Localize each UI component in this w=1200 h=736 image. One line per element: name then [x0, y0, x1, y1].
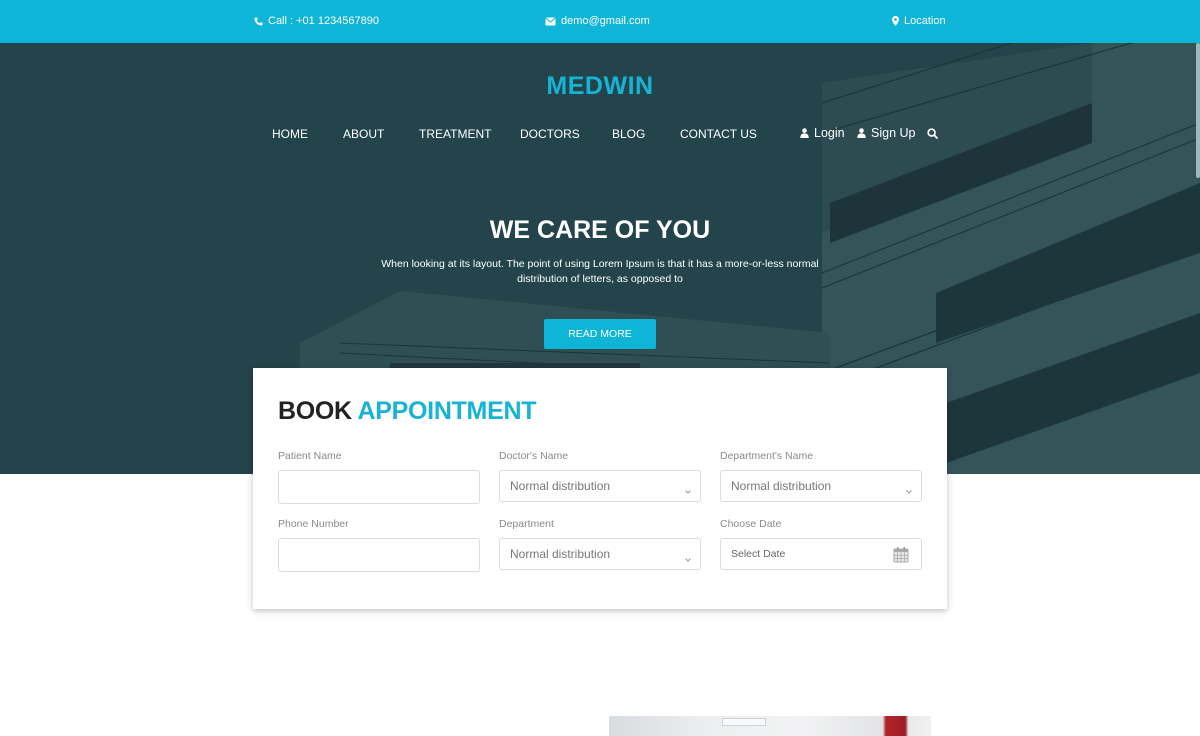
hospital-interior-image: [609, 716, 931, 736]
email-text: demo@gmail.com: [561, 15, 650, 27]
nav-home[interactable]: HOME: [272, 127, 308, 141]
nav-contact-us[interactable]: CONTACT US: [680, 127, 757, 141]
title-accent: APPOINTMENT: [357, 397, 537, 425]
call-text: Call : +01 1234567890: [268, 15, 380, 27]
doctor-name-label: Doctor's Name: [499, 450, 569, 462]
patient-name-label: Patient Name: [278, 450, 342, 462]
phone-number-field: Phone Number: [278, 518, 480, 572]
appointment-title: BOOK APPOINTMENT: [278, 397, 536, 426]
signup-link[interactable]: Sign Up: [857, 126, 915, 140]
phone-icon: [254, 16, 263, 26]
date-placeholder: Select Date: [731, 548, 786, 560]
read-more-button[interactable]: READ MORE: [544, 319, 656, 349]
patient-name-field: Patient Name: [278, 450, 480, 504]
book-appointment-card: BOOK APPOINTMENT Patient Name Doctor's N…: [253, 368, 947, 609]
doctor-name-value: Normal distribution: [510, 479, 611, 493]
date-picker-input[interactable]: Select Date: [720, 538, 922, 570]
location-info[interactable]: Location: [892, 15, 946, 27]
doctor-name-select[interactable]: Normal distribution: [499, 470, 701, 502]
hero-description: When looking at its layout. The point of…: [381, 258, 819, 285]
title-dark: BOOK: [278, 397, 352, 425]
department-name-value: Normal distribution: [731, 479, 832, 493]
nav-blog[interactable]: BLOG: [612, 127, 645, 141]
map-marker-icon: [892, 16, 899, 26]
phone-number-input[interactable]: [278, 538, 480, 572]
phone-number-label: Phone Number: [278, 518, 349, 530]
department-select[interactable]: Normal distribution: [499, 538, 701, 570]
signup-label: Sign Up: [871, 126, 916, 140]
location-text: Location: [904, 15, 946, 27]
envelope-icon: [545, 17, 556, 26]
doctor-name-field: Doctor's Name Normal distribution: [499, 450, 701, 502]
chevron-down-icon: [906, 483, 912, 497]
choose-date-label: Choose Date: [720, 518, 782, 530]
email-info[interactable]: demo@gmail.com: [545, 15, 650, 27]
ceiling-light: [722, 718, 766, 726]
calendar-icon[interactable]: [893, 546, 909, 566]
department-name-field: Department's Name Normal distribution: [720, 450, 922, 502]
department-name-label: Department's Name: [720, 450, 814, 462]
site-logo[interactable]: MEDWIN: [0, 72, 1200, 101]
top-contact-bar: Call : +01 1234567890 demo@gmail.com Loc…: [0, 0, 1200, 43]
page-scrollbar[interactable]: [1196, 43, 1200, 178]
main-nav: HOME ABOUT TREATMENT DOCTORS BLOG CONTAC…: [0, 126, 1200, 143]
chevron-down-icon: [685, 551, 691, 565]
nav-about[interactable]: ABOUT: [343, 127, 384, 141]
search-button[interactable]: [927, 128, 938, 139]
login-link[interactable]: Login: [800, 126, 845, 140]
department-name-select[interactable]: Normal distribution: [720, 470, 922, 502]
department-label: Department: [499, 518, 554, 530]
login-label: Login: [814, 126, 845, 140]
hero-title: WE CARE OF YOU: [489, 216, 711, 244]
chevron-down-icon: [685, 483, 691, 497]
call-info[interactable]: Call : +01 1234567890: [254, 15, 379, 27]
patient-name-input[interactable]: [278, 470, 480, 504]
nav-treatment[interactable]: TREATMENT: [419, 127, 491, 141]
department-field: Department Normal distribution: [499, 518, 701, 570]
nav-doctors[interactable]: DOCTORS: [520, 127, 580, 141]
user-icon: [800, 128, 809, 138]
search-icon: [927, 128, 938, 139]
choose-date-field: Choose Date Select Date: [720, 518, 922, 570]
department-value: Normal distribution: [510, 547, 611, 561]
user-icon: [857, 128, 866, 138]
